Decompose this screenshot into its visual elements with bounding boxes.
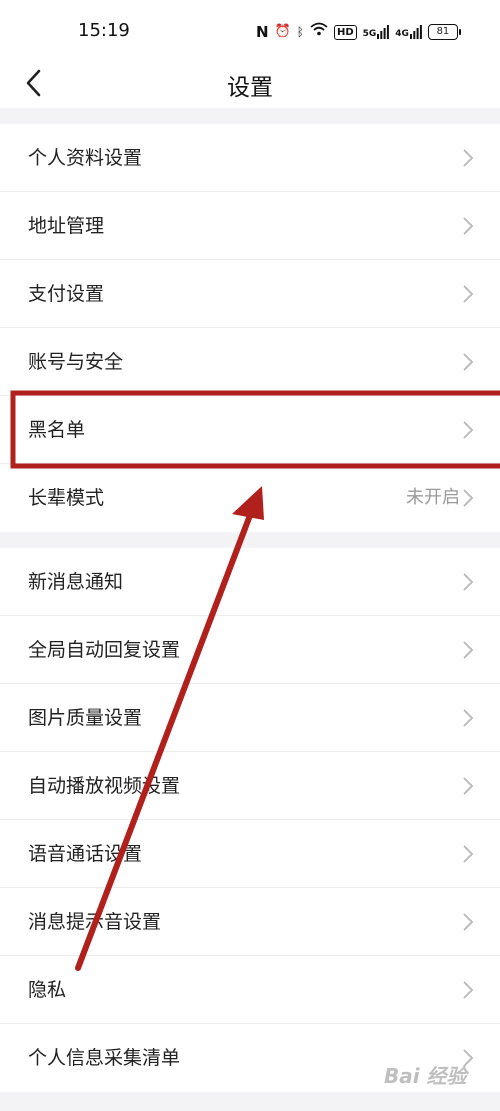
row-label: 隐私 bbox=[28, 979, 67, 1001]
chevron-right-icon bbox=[463, 709, 474, 727]
row-voice-call-settings[interactable]: 语音通话设置 bbox=[0, 820, 500, 888]
chevron-right-icon bbox=[463, 573, 474, 591]
row-autoplay-video-settings[interactable]: 自动播放视频设置 bbox=[0, 752, 500, 820]
chevron-right-icon bbox=[463, 353, 474, 371]
row-label: 个人资料设置 bbox=[28, 147, 143, 169]
row-message-sound-settings[interactable]: 消息提示音设置 bbox=[0, 888, 500, 956]
wifi-icon bbox=[310, 22, 328, 42]
chevron-right-icon bbox=[463, 217, 474, 235]
chevron-right-icon bbox=[463, 285, 474, 303]
row-new-message-notification[interactable]: 新消息通知 bbox=[0, 548, 500, 616]
row-label: 图片质量设置 bbox=[28, 707, 143, 729]
chevron-right-icon bbox=[463, 641, 474, 659]
chevron-right-icon bbox=[463, 981, 474, 999]
row-label: 个人信息采集清单 bbox=[28, 1047, 181, 1069]
row-label: 语音通话设置 bbox=[28, 843, 143, 865]
settings-group-general: 新消息通知 全局自动回复设置 图片质量设置 自动播放视频设置 语音通话设置 消息… bbox=[0, 548, 500, 1092]
battery-level: 81 bbox=[427, 24, 458, 40]
page-title: 设置 bbox=[227, 75, 273, 101]
row-label: 消息提示音设置 bbox=[28, 911, 162, 933]
row-label: 自动播放视频设置 bbox=[28, 775, 181, 797]
net1-label: 5G bbox=[362, 29, 377, 39]
chevron-right-icon bbox=[463, 777, 474, 795]
row-image-quality-settings[interactable]: 图片质量设置 bbox=[0, 684, 500, 752]
settings-group-account: 个人资料设置 地址管理 支付设置 账号与安全 黑名单 长辈模式 未开启 bbox=[0, 124, 500, 532]
row-privacy[interactable]: 隐私 bbox=[0, 956, 500, 1024]
chevron-right-icon bbox=[463, 421, 474, 439]
alarm-icon: ⏰ bbox=[274, 24, 291, 39]
status-icons: N ⏰ ᛒ HD 5G 4G 81 bbox=[256, 21, 461, 43]
chevron-right-icon bbox=[463, 489, 474, 507]
chevron-right-icon bbox=[463, 845, 474, 863]
row-label: 黑名单 bbox=[28, 419, 86, 441]
signal-4g-icon: 4G bbox=[395, 25, 422, 39]
nfc-icon: N bbox=[256, 23, 269, 41]
row-label: 新消息通知 bbox=[28, 571, 124, 593]
row-label: 长辈模式 bbox=[28, 487, 105, 509]
row-value: 未开启 bbox=[406, 487, 460, 508]
battery-icon: 81 bbox=[427, 24, 461, 40]
row-label: 支付设置 bbox=[28, 283, 105, 305]
row-elder-mode[interactable]: 长辈模式 未开启 bbox=[0, 464, 500, 532]
hd-icon: HD bbox=[333, 24, 357, 40]
row-payment-settings[interactable]: 支付设置 bbox=[0, 260, 500, 328]
row-label: 地址管理 bbox=[28, 215, 105, 237]
chevron-right-icon bbox=[463, 149, 474, 167]
row-label: 全局自动回复设置 bbox=[28, 639, 181, 661]
row-blacklist[interactable]: 黑名单 bbox=[0, 396, 500, 464]
status-bar: 15:19 N ⏰ ᛒ HD 5G 4G 81 bbox=[0, 0, 500, 60]
watermark: Bai 经验 bbox=[384, 1064, 467, 1088]
row-label: 账号与安全 bbox=[28, 351, 124, 373]
chevron-right-icon bbox=[463, 913, 474, 931]
row-auto-reply-settings[interactable]: 全局自动回复设置 bbox=[0, 616, 500, 684]
nav-bar: 设置 bbox=[0, 60, 500, 108]
row-profile-settings[interactable]: 个人资料设置 bbox=[0, 124, 500, 192]
net2-label: 4G bbox=[395, 29, 409, 39]
row-address-management[interactable]: 地址管理 bbox=[0, 192, 500, 260]
status-time: 15:19 bbox=[78, 20, 130, 41]
signal-5g-icon: 5G bbox=[363, 25, 390, 39]
bluetooth-icon: ᛒ bbox=[296, 25, 304, 39]
row-account-security[interactable]: 账号与安全 bbox=[0, 328, 500, 396]
